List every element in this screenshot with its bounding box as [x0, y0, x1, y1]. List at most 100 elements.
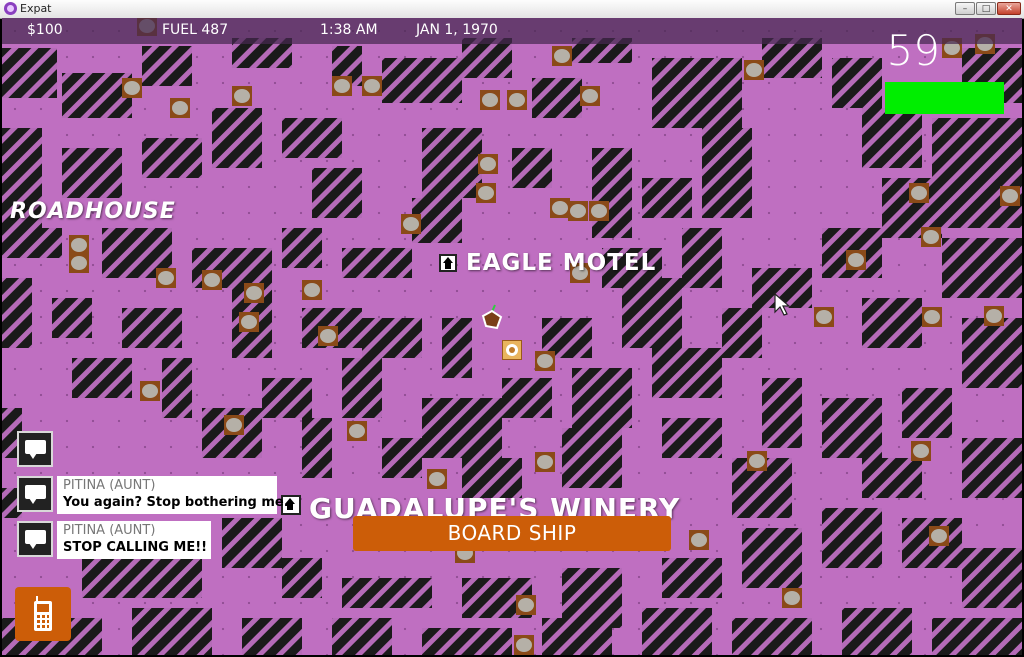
message-text: STOP CALLING ME!!: [63, 540, 208, 555]
stone-item: [568, 201, 588, 221]
chat-bubble-icon[interactable]: [17, 521, 53, 557]
stone-item: [69, 235, 89, 255]
wall-block: [932, 118, 1022, 228]
stone-item: [514, 635, 534, 655]
roadhouse-label: ROADHOUSE: [10, 199, 176, 224]
stone-item: [69, 253, 89, 273]
wall-block: [832, 58, 882, 108]
wall-block: [622, 278, 682, 348]
wall-block: [62, 73, 132, 118]
chat-bubble-icon[interactable]: [17, 476, 53, 512]
stone-item: [427, 469, 447, 489]
wall-block: [662, 558, 722, 598]
stone-item: [401, 214, 421, 234]
health-bar: [885, 82, 1004, 114]
stone-item: [478, 154, 498, 174]
wall-block: [262, 378, 312, 418]
wall-block: [702, 128, 752, 218]
wall-block: [302, 418, 332, 478]
wall-block: [422, 628, 512, 655]
stone-item: [744, 60, 764, 80]
stone-item: [140, 381, 160, 401]
wall-block: [442, 318, 472, 378]
wall-block: [62, 148, 122, 198]
mouse-cursor-icon: [774, 293, 790, 316]
player-ship-icon: [481, 304, 503, 330]
stone-item: [362, 76, 382, 96]
wall-block: [382, 438, 422, 478]
message-sender: PITINA (AUNT): [63, 523, 156, 538]
stone-item: [232, 86, 252, 106]
stone-item: [922, 307, 942, 327]
stone-item: [689, 530, 709, 550]
wall-block: [642, 608, 712, 655]
wall-block: [212, 108, 262, 168]
message-sender: PITINA (AUNT): [63, 478, 156, 493]
stone-item: [589, 201, 609, 221]
wall-block: [822, 508, 882, 568]
minimize-button[interactable]: –: [955, 2, 975, 15]
wall-block: [662, 418, 722, 458]
stone-item: [929, 526, 949, 546]
wall-block: [222, 518, 282, 568]
wall-block: [962, 318, 1022, 388]
wall-block: [762, 38, 822, 78]
close-button[interactable]: ✕: [997, 2, 1021, 15]
stone-item: [318, 326, 338, 346]
wall-block: [2, 228, 62, 258]
stone-item: [239, 312, 259, 332]
motel-house-icon[interactable]: [439, 254, 457, 272]
wall-block: [362, 318, 422, 358]
message-1: PITINA (AUNT) You again? Stop bothering …: [57, 476, 289, 514]
wall-block: [932, 618, 1022, 655]
chat-bubble-icon[interactable]: [17, 431, 53, 467]
phone-button[interactable]: [15, 587, 71, 641]
wall-block: [822, 398, 882, 458]
target-marker-icon[interactable]: [502, 340, 522, 360]
wall-block: [342, 358, 382, 418]
game-viewport[interactable]: $100 FUEL 487 1:38 AM JAN 1, 1970 59 ROA…: [2, 18, 1022, 655]
wall-block: [572, 368, 632, 428]
hud-bar: $100 FUEL 487 1:38 AM JAN 1, 1970: [2, 18, 1022, 44]
stone-item: [552, 46, 572, 66]
wall-block: [512, 148, 552, 188]
wall-block: [142, 138, 202, 178]
board-ship-button[interactable]: BOARD SHIP: [353, 516, 671, 551]
wall-block: [562, 428, 622, 488]
wall-block: [282, 228, 322, 268]
stone-item: [921, 227, 941, 247]
stone-item: [507, 90, 527, 110]
wall-block: [742, 528, 802, 588]
wall-block: [502, 378, 552, 418]
stone-item: [984, 306, 1004, 326]
wall-block: [592, 148, 632, 238]
stone-item: [846, 250, 866, 270]
city-map[interactable]: [2, 18, 1022, 655]
wall-block: [652, 58, 742, 128]
stone-item: [202, 270, 222, 290]
wall-block: [462, 38, 512, 78]
wall-block: [862, 458, 922, 498]
message-2: PITINA (AUNT) STOP CALLING ME!!: [57, 521, 211, 559]
wall-block: [162, 358, 192, 418]
stone-item: [782, 588, 802, 608]
money-display: $100: [27, 22, 63, 38]
fuel-display: FUEL 487: [162, 22, 229, 38]
wall-block: [902, 388, 952, 438]
stone-item: [535, 351, 555, 371]
game-window: Expat – □ ✕ $100 FUEL 487 1:38 AM JAN 1,…: [0, 0, 1024, 657]
stone-item: [302, 280, 322, 300]
wall-block: [332, 618, 392, 655]
message-text: You again? Stop bothering me.: [63, 495, 289, 510]
wall-block: [382, 58, 462, 103]
date-display: JAN 1, 1970: [416, 22, 498, 38]
stone-item: [911, 441, 931, 461]
maximize-button[interactable]: □: [976, 2, 996, 15]
stone-item: [476, 183, 496, 203]
stone-item: [535, 452, 555, 472]
stone-item: [224, 415, 244, 435]
stone-item: [550, 198, 570, 218]
wall-block: [542, 618, 612, 655]
stone-item: [122, 78, 142, 98]
stone-item: [814, 307, 834, 327]
